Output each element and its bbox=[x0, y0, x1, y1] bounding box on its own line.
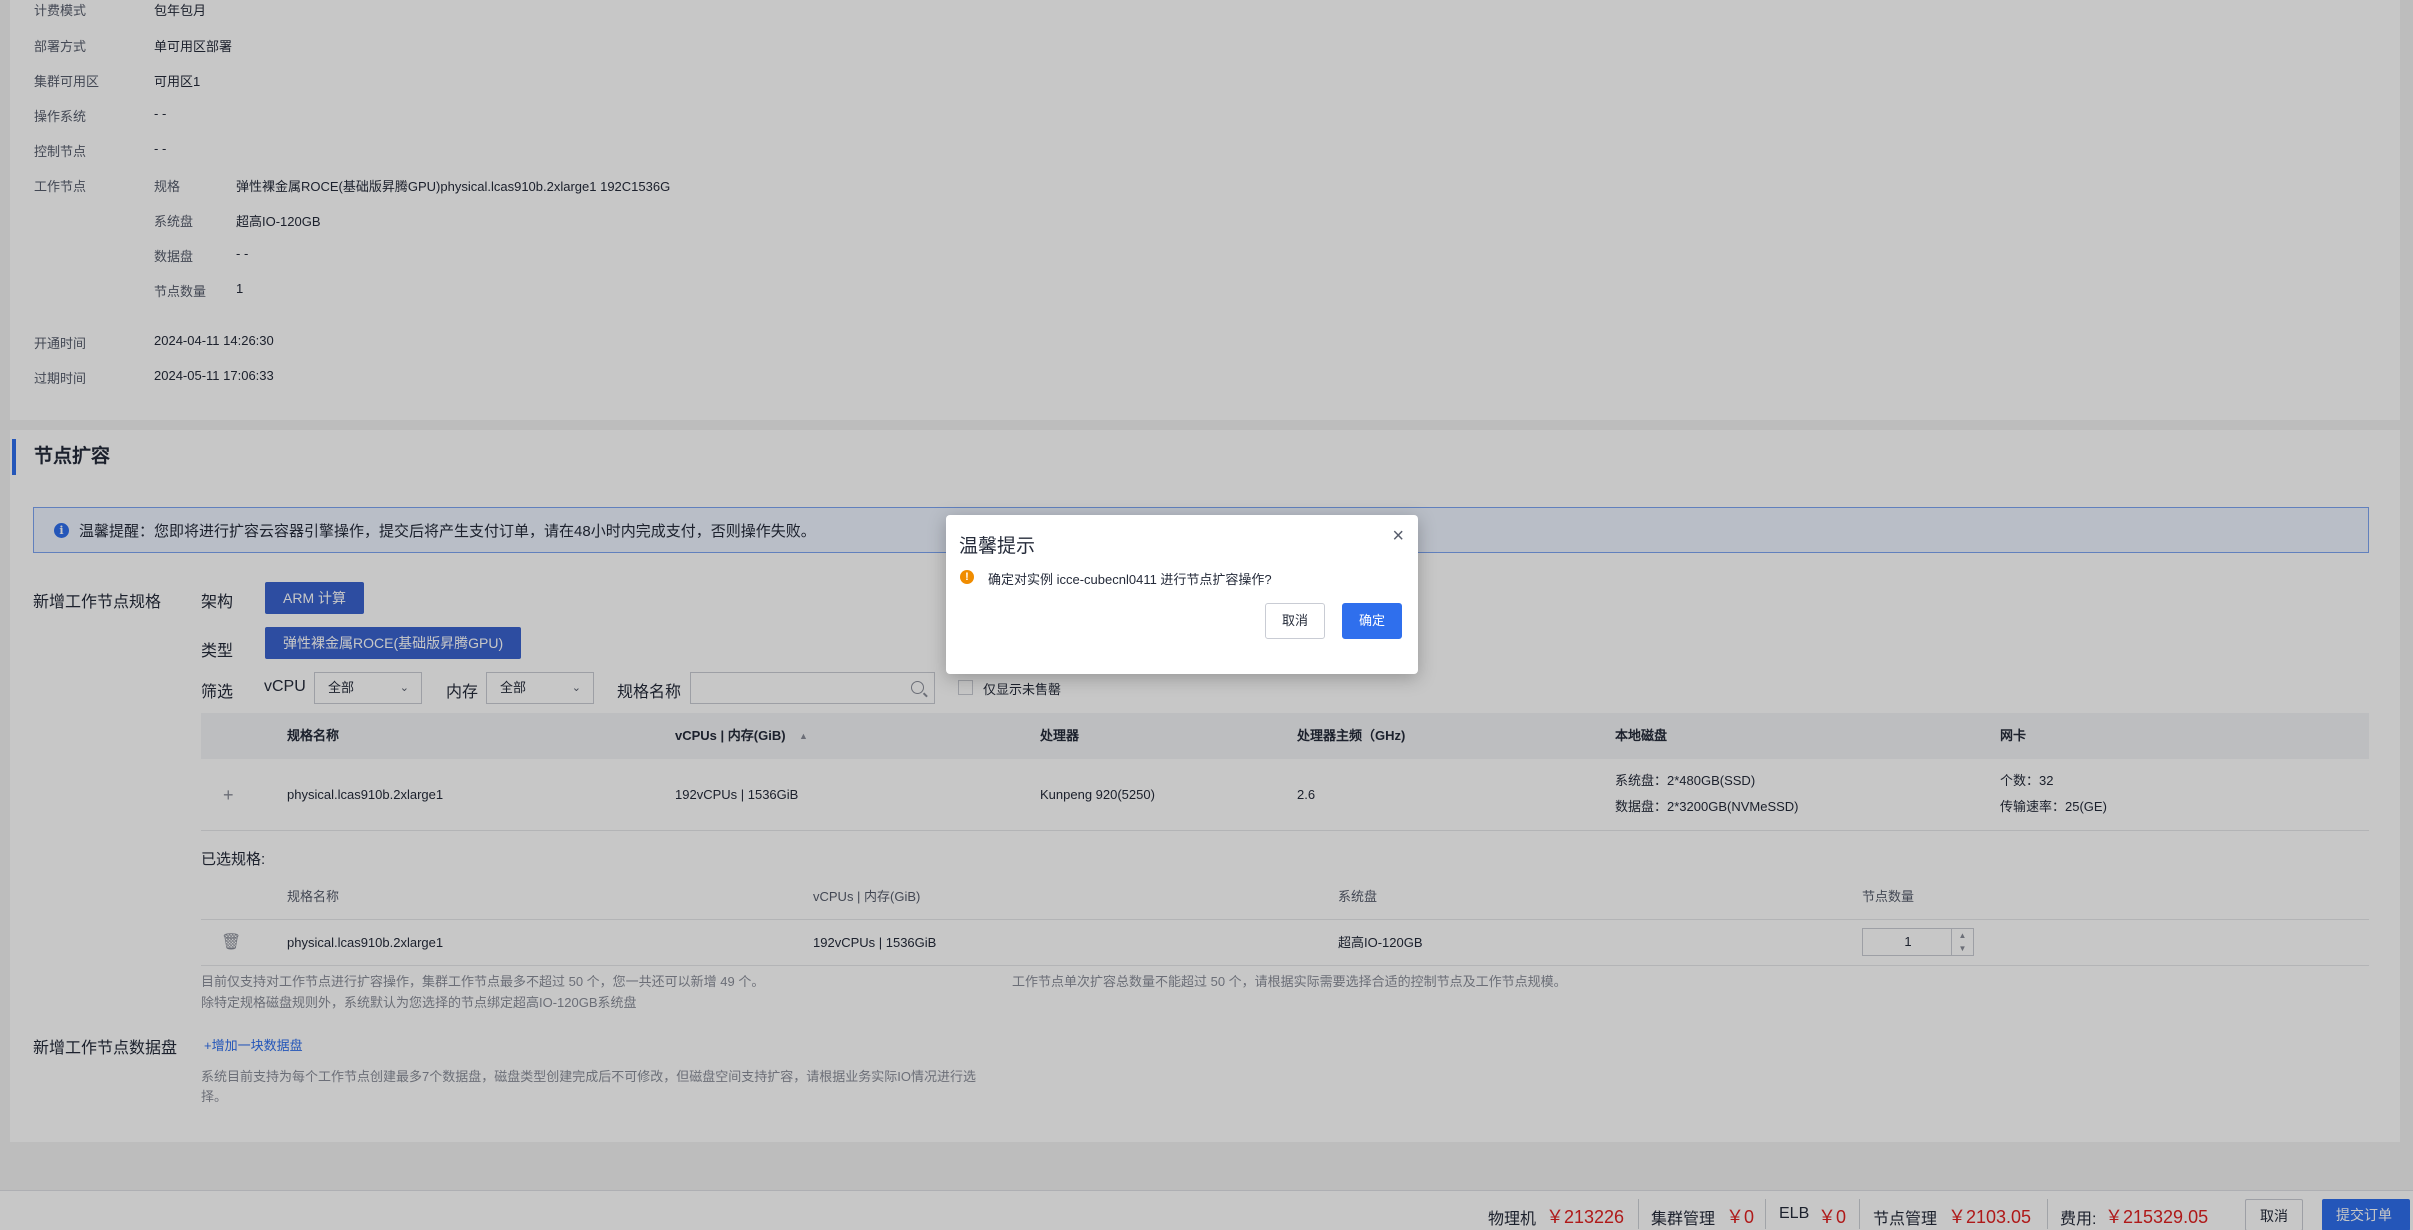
dialog-title: 温馨提示 bbox=[959, 536, 1036, 557]
dialog-cancel-button[interactable]: 取消 bbox=[1265, 603, 1326, 639]
dialog-confirm-button[interactable]: 确定 bbox=[1342, 603, 1403, 639]
dialog-message: 确定对实例 icce-cubecnl0411 进行节点扩容操作? bbox=[988, 572, 1272, 587]
close-icon[interactable]: × bbox=[1392, 525, 1404, 548]
warning-icon: ! bbox=[960, 570, 974, 584]
confirm-dialog: 温馨提示 × ! 确定对实例 icce-cubecnl0411 进行节点扩容操作… bbox=[946, 515, 1418, 674]
